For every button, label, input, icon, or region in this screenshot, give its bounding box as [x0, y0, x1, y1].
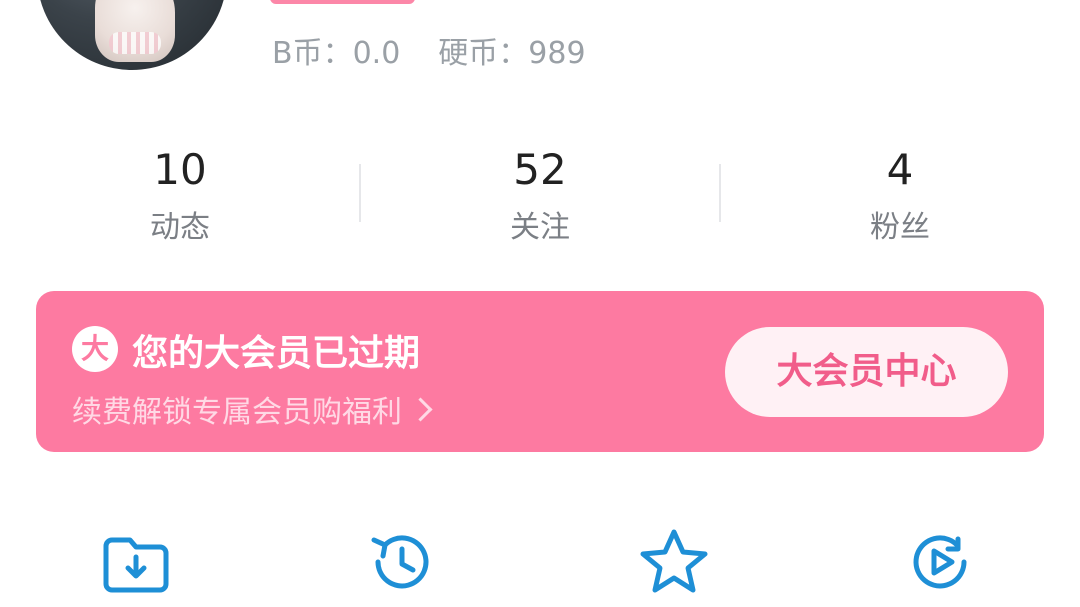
- vip-renew-link[interactable]: 续费解锁专属会员购福利: [72, 387, 433, 431]
- history-clock-icon[interactable]: [362, 522, 442, 602]
- bcoin-balance[interactable]: B币：0.0: [272, 28, 400, 72]
- stat-divider: [719, 164, 721, 222]
- quick-actions: [0, 516, 1080, 607]
- stat-dynamics-count: 10: [153, 145, 207, 194]
- stat-followers-label: 粉丝: [870, 210, 930, 245]
- vip-title: 您的大会员已过期: [132, 333, 421, 374]
- chevron-right-icon: [408, 396, 433, 422]
- avatar[interactable]: [37, 0, 227, 70]
- stat-divider: [359, 164, 361, 222]
- download-folder-icon[interactable]: [96, 522, 176, 602]
- stat-following[interactable]: 52 关注: [430, 142, 650, 256]
- stat-following-label: 关注: [510, 210, 570, 245]
- stat-dynamics[interactable]: 10 动态: [70, 142, 290, 256]
- vip-badge-icon: 大: [72, 326, 118, 372]
- stat-dynamics-label: 动态: [150, 210, 210, 245]
- vip-expired-banner[interactable]: 大 您的大会员已过期 续费解锁专属会员购福利 大会员中心: [36, 291, 1044, 452]
- stat-followers-count: 4: [886, 145, 914, 194]
- vip-center-button[interactable]: 大会员中心: [725, 327, 1008, 417]
- hardcoin-balance[interactable]: 硬币：989: [438, 28, 585, 72]
- avatar-photo: [95, 0, 175, 62]
- vip-tag: [270, 0, 415, 4]
- stat-followers[interactable]: 4 粉丝: [790, 142, 1010, 256]
- star-icon[interactable]: [634, 522, 714, 602]
- stat-following-count: 52: [513, 145, 567, 194]
- play-later-icon[interactable]: [900, 522, 980, 602]
- coin-balances: B币：0.0 硬币：989: [272, 28, 586, 72]
- profile-stats: 10 动态 52 关注 4 粉丝: [0, 142, 1080, 262]
- profile-screen: B币：0.0 硬币：989 10 动态 52 关注 4 粉丝 大 您的大会员已过…: [0, 0, 1080, 607]
- vip-subtitle: 续费解锁专属会员购福利: [72, 395, 402, 430]
